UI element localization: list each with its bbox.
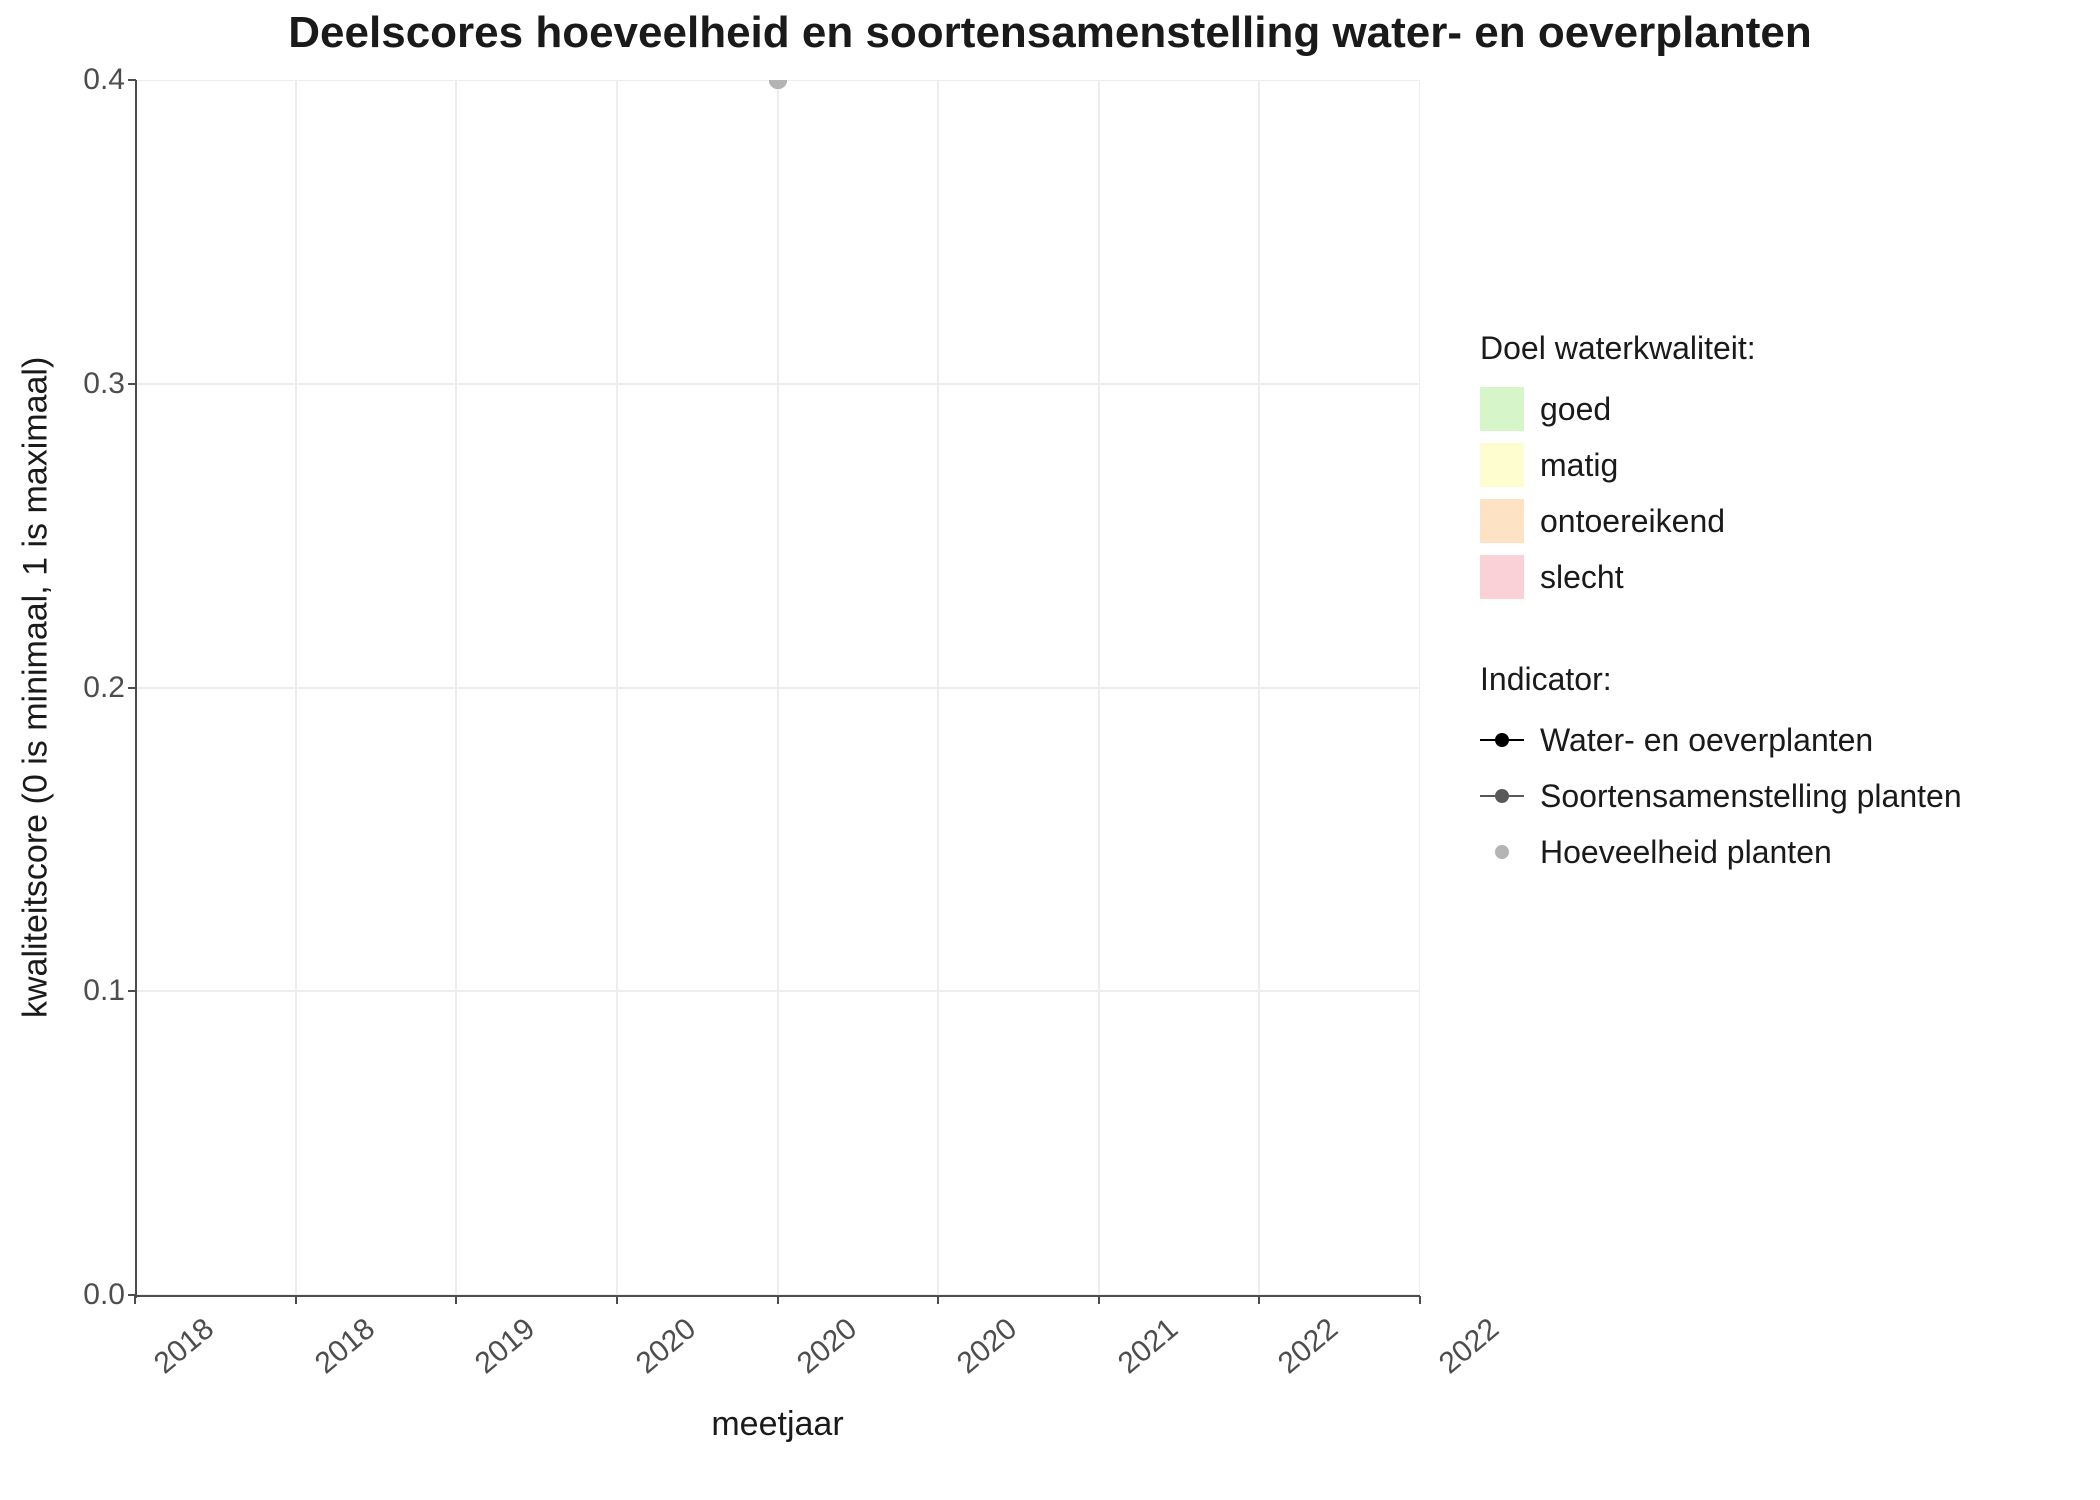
gridline-horizontal	[135, 383, 1420, 385]
x-tick-mark	[455, 1296, 457, 1304]
y-tick-label: 0.4	[25, 63, 125, 97]
plot-area	[135, 80, 1420, 1295]
legend-swatch	[1480, 499, 1524, 543]
legend-label: Water- en oeverplanten	[1540, 722, 1873, 759]
legend-quality-item: goed	[1480, 385, 1962, 433]
legend-quality-item: ontoereikend	[1480, 497, 1962, 545]
x-tick-mark	[1098, 1296, 1100, 1304]
legend-label: slecht	[1540, 559, 1624, 596]
legend-quality-item: slecht	[1480, 553, 1962, 601]
x-tick-label: 2020	[910, 1312, 1024, 1415]
y-tick-mark	[128, 990, 136, 992]
x-tick-label: 2020	[589, 1312, 703, 1415]
data-point	[769, 80, 787, 89]
legend-swatch	[1480, 555, 1524, 599]
legend: Doel waterkwaliteit: goed matig ontoereike…	[1480, 330, 1962, 936]
legend-line	[1480, 739, 1524, 741]
legend-line	[1480, 795, 1524, 797]
x-tick-mark	[616, 1296, 618, 1304]
legend-label: ontoereikend	[1540, 503, 1725, 540]
y-tick-label: 0.0	[25, 1278, 125, 1312]
gridline-horizontal	[135, 990, 1420, 992]
legend-quality-title: Doel waterkwaliteit:	[1480, 330, 1962, 367]
x-tick-label: 2022	[1392, 1312, 1506, 1415]
y-tick-mark	[128, 79, 136, 81]
legend-quality-section: Doel waterkwaliteit: goed matig ontoereike…	[1480, 330, 1962, 601]
legend-swatch	[1480, 387, 1524, 431]
x-tick-label: 2018	[268, 1312, 382, 1415]
y-tick-mark	[128, 687, 136, 689]
legend-quality-item: matig	[1480, 441, 1962, 489]
x-tick-label: 2019	[428, 1312, 542, 1415]
chart-container: Deelscores hoeveelheid en soortensamenst…	[0, 0, 2100, 1500]
legend-marker	[1480, 718, 1524, 762]
y-tick-mark	[128, 383, 136, 385]
x-tick-mark	[777, 1296, 779, 1304]
legend-label: Hoeveelheid planten	[1540, 834, 1832, 871]
legend-indicator-section: Indicator: Water- en oeverplanten Soorten…	[1480, 661, 1962, 876]
x-tick-label: 2018	[107, 1312, 221, 1415]
x-tick-mark	[1258, 1296, 1260, 1304]
x-tick-mark	[295, 1296, 297, 1304]
chart-title: Deelscores hoeveelheid en soortensamenst…	[0, 8, 2100, 58]
legend-label: matig	[1540, 447, 1618, 484]
y-tick-label: 0.3	[25, 367, 125, 401]
legend-marker	[1480, 774, 1524, 818]
y-axis-line	[135, 80, 137, 1298]
legend-swatch	[1480, 443, 1524, 487]
x-axis-title: meetjaar	[135, 1405, 1420, 1444]
legend-label: Soortensamenstelling planten	[1540, 778, 1962, 815]
x-tick-label: 2020	[750, 1312, 864, 1415]
legend-indicator-item: Water- en oeverplanten	[1480, 716, 1962, 764]
x-tick-mark	[134, 1296, 136, 1304]
x-tick-mark	[937, 1296, 939, 1304]
y-tick-label: 0.1	[25, 974, 125, 1008]
x-tick-mark	[1419, 1296, 1421, 1304]
legend-indicator-item: Soortensamenstelling planten	[1480, 772, 1962, 820]
legend-label: goed	[1540, 391, 1611, 428]
legend-point	[1495, 845, 1509, 859]
legend-marker	[1480, 830, 1524, 874]
x-tick-label: 2022	[1231, 1312, 1345, 1415]
gridline-horizontal	[135, 687, 1420, 689]
x-tick-label: 2021	[1071, 1312, 1185, 1415]
legend-indicator-item: Hoeveelheid planten	[1480, 828, 1962, 876]
legend-indicator-title: Indicator:	[1480, 661, 1962, 698]
y-tick-label: 0.2	[25, 671, 125, 705]
